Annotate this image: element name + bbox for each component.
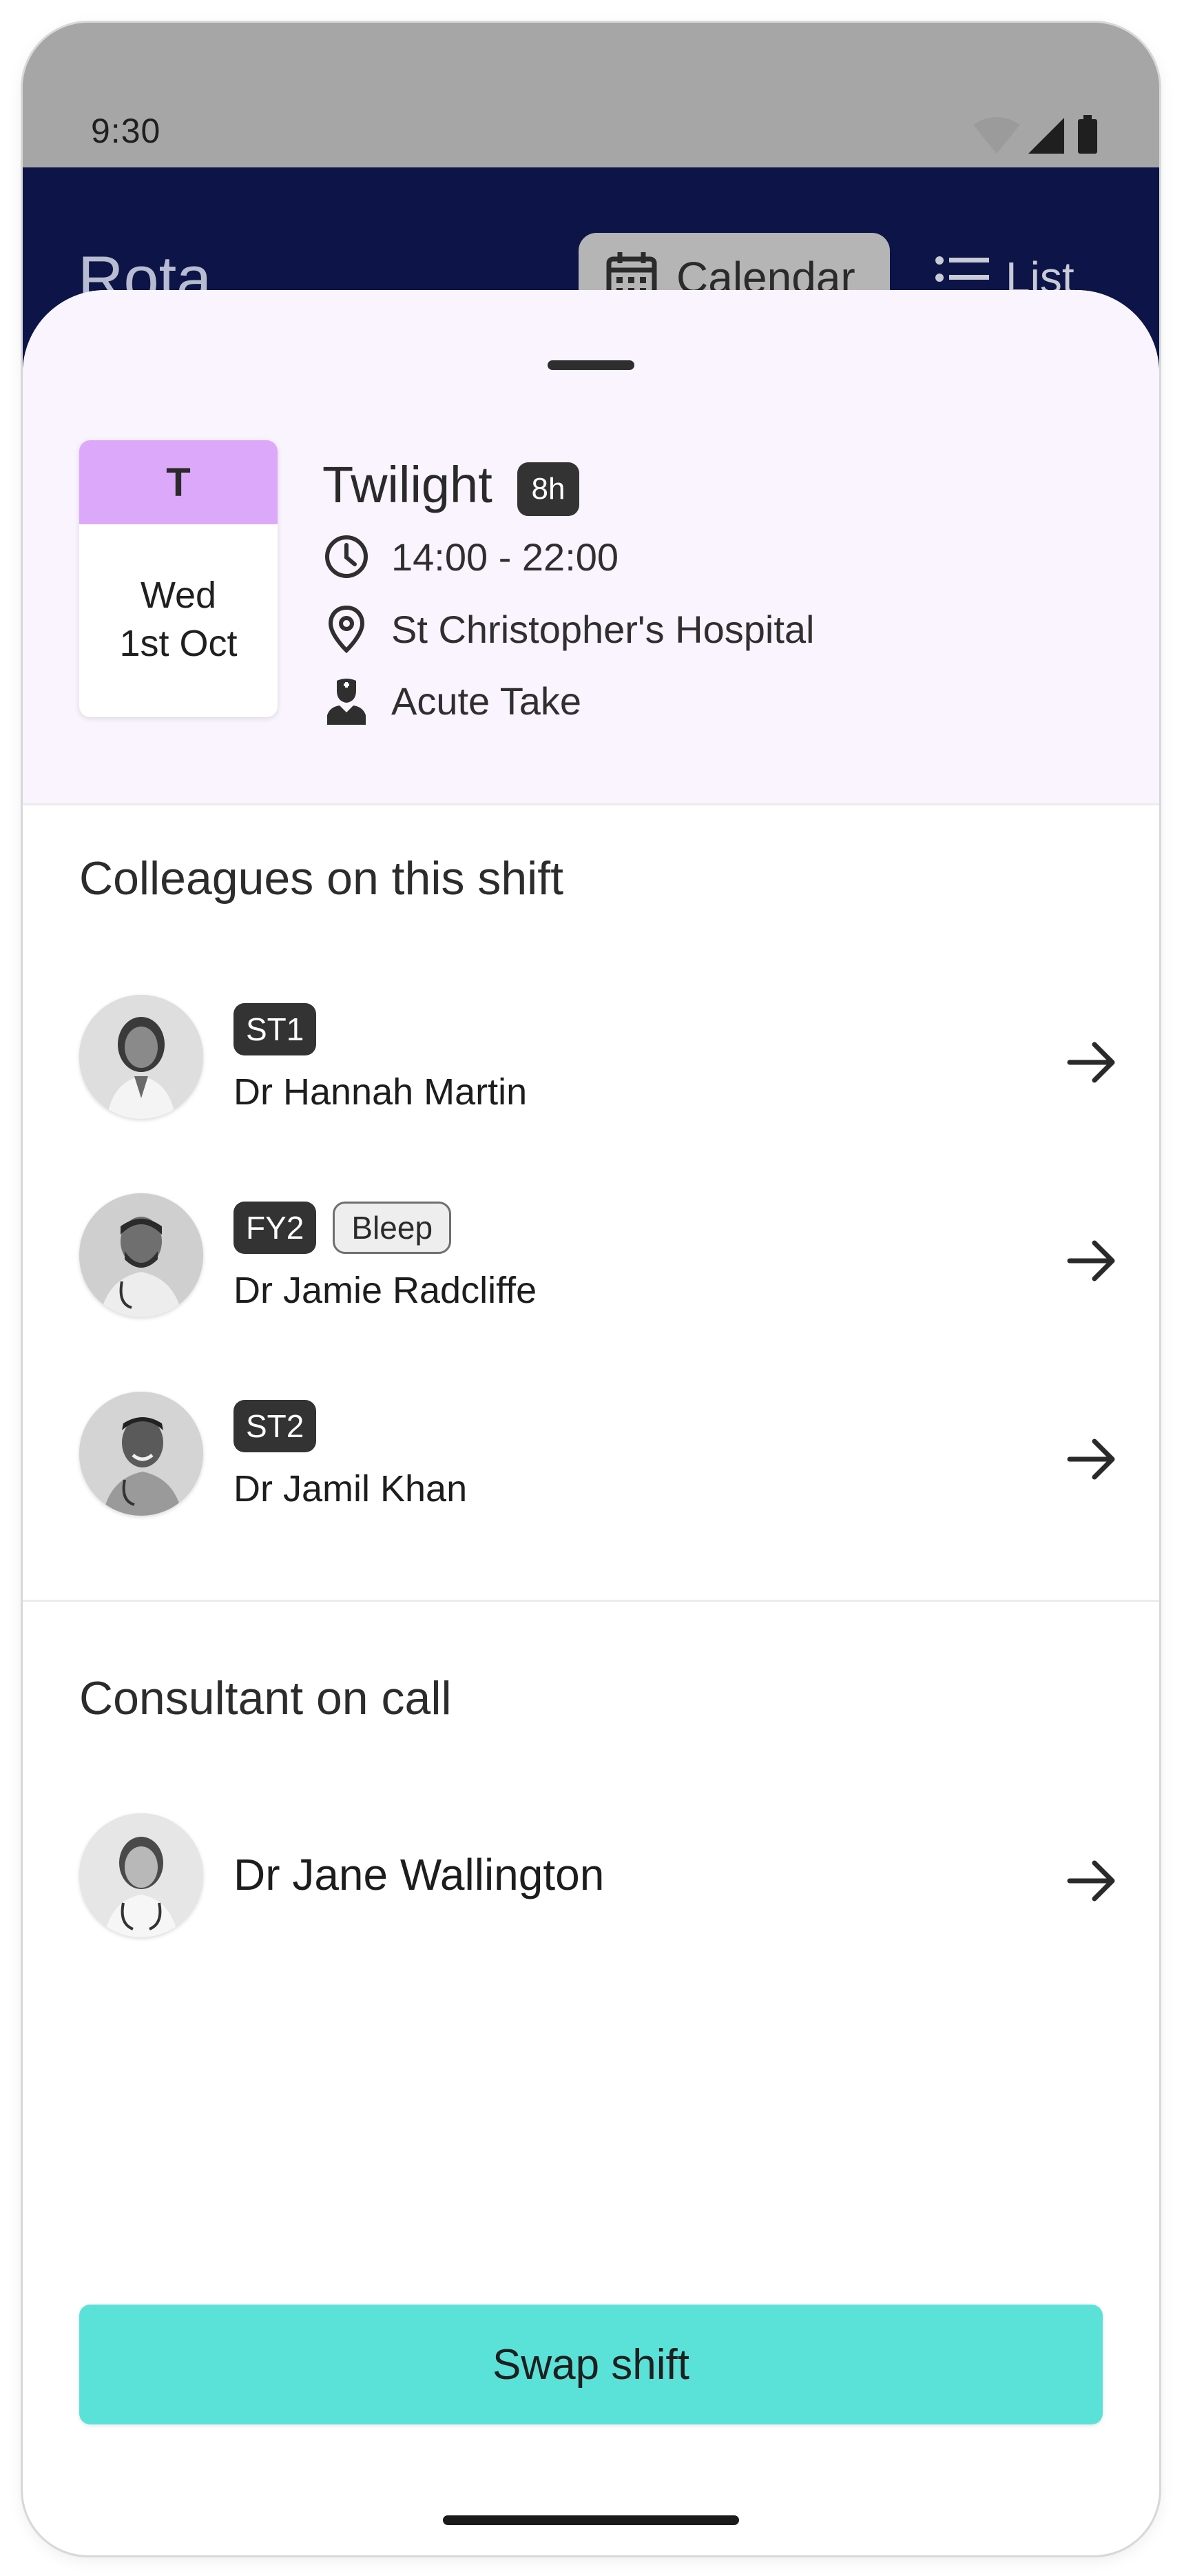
shift-date-tile: T Wed 1st Oct	[79, 440, 278, 717]
location-pin-icon	[322, 605, 371, 653]
grade-badge: FY2	[233, 1202, 317, 1254]
shift-time: 14:00 - 22:00	[391, 535, 619, 579]
avatar	[79, 995, 203, 1119]
arrow-right-icon	[1067, 1042, 1115, 1083]
phone-screen: 9:30 Rota Calendar List T Wed 1st Oct Tw…	[23, 23, 1159, 2555]
signal-icon	[1028, 118, 1064, 154]
arrow-right-icon	[1067, 1439, 1115, 1480]
shift-code: T	[79, 440, 278, 524]
shift-details-sheet: T Wed 1st Oct Twilight 8h 14:00 - 22:00	[23, 290, 1159, 2555]
shift-date-text: 1st Oct	[119, 623, 238, 664]
home-indicator[interactable]	[443, 2515, 739, 2525]
avatar	[79, 1392, 203, 1516]
shift-role-row: Acute Take	[322, 677, 581, 725]
doctor-icon	[322, 677, 371, 725]
shift-location: St Christopher's Hospital	[391, 607, 815, 651]
swap-shift-button[interactable]: Swap shift	[79, 2305, 1103, 2424]
avatar	[79, 1193, 203, 1317]
colleagues-section-title: Colleagues on this shift	[79, 852, 564, 905]
shift-duration-badge: 8h	[517, 462, 579, 516]
section-divider	[23, 1600, 1159, 1602]
colleague-row[interactable]: ST1 Dr Hannah Martin	[23, 995, 1159, 1133]
colleague-name: Dr Jamie Radcliffe	[233, 1270, 537, 1311]
status-icons	[973, 115, 1097, 154]
status-time: 9:30	[91, 112, 161, 150]
colleague-name: Dr Hannah Martin	[233, 1071, 528, 1113]
shift-day: Wed	[140, 575, 217, 616]
colleague-name: Dr Jamil Khan	[233, 1468, 468, 1509]
colleague-badges: FY2 Bleep	[233, 1202, 452, 1254]
consultant-row[interactable]: Dr Jane Wallington	[23, 1813, 1159, 1951]
shift-time-row: 14:00 - 22:00	[322, 533, 619, 581]
clock-icon	[322, 533, 371, 581]
grade-badge: ST1	[233, 1003, 317, 1055]
shift-date: Wed 1st Oct	[79, 571, 278, 668]
shift-summary: T Wed 1st Oct Twilight 8h 14:00 - 22:00	[23, 290, 1159, 805]
arrow-right-icon	[1067, 1860, 1115, 1902]
colleague-badges: ST2	[233, 1400, 333, 1452]
consultant-name: Dr Jane Wallington	[233, 1850, 605, 1899]
shift-title: Twilight	[322, 456, 492, 513]
colleague-row[interactable]: ST2 Dr Jamil Khan	[23, 1392, 1159, 1529]
battery-icon	[1078, 115, 1097, 154]
grade-badge: ST2	[233, 1400, 317, 1452]
drag-handle[interactable]	[548, 360, 634, 370]
colleague-badges: ST1	[233, 1003, 333, 1055]
arrow-right-icon	[1067, 1240, 1115, 1281]
shift-location-row: St Christopher's Hospital	[322, 605, 815, 653]
consultant-section-title: Consultant on call	[79, 1672, 452, 1724]
colleague-row[interactable]: FY2 Bleep Dr Jamie Radcliffe	[23, 1193, 1159, 1331]
wifi-icon	[973, 117, 1020, 154]
shift-role: Acute Take	[391, 679, 582, 723]
status-bar: 9:30	[23, 23, 1159, 167]
avatar	[79, 1813, 203, 1937]
bleep-badge: Bleep	[333, 1202, 452, 1254]
